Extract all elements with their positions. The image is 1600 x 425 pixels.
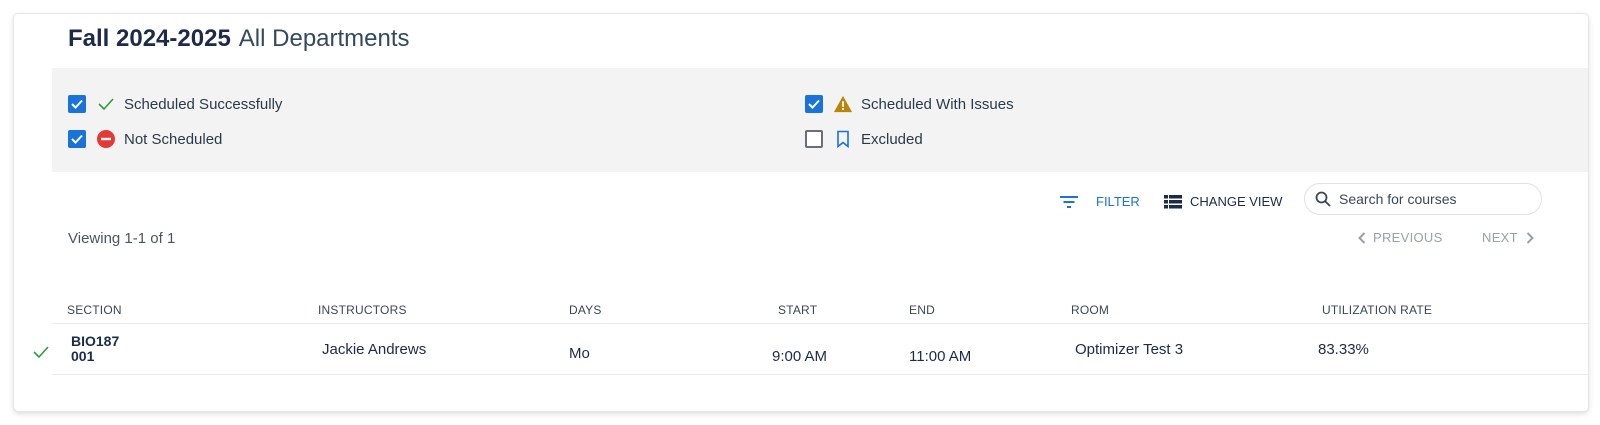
chevron-right-icon (1526, 231, 1534, 244)
legend-scheduled-with-issues[interactable]: Scheduled With Issues (805, 94, 1014, 114)
column-header-room[interactable]: ROOM (1071, 303, 1109, 317)
utilization-cell: 83.33% (1318, 341, 1369, 358)
checkbox-scheduled-with-issues[interactable] (805, 95, 823, 113)
change-view-button[interactable]: CHANGE VIEW (1164, 194, 1282, 209)
search-icon (1315, 191, 1331, 207)
end-cell: 11:00 AM (909, 348, 972, 365)
room-cell: Optimizer Test 3 (1075, 341, 1184, 358)
section-cell[interactable]: BIO187 001 (71, 334, 119, 364)
viewing-count: Viewing 1-1 of 1 (68, 230, 176, 247)
check-icon (96, 94, 116, 114)
checkbox-excluded[interactable] (805, 130, 823, 148)
legend-scheduled-successfully[interactable]: Scheduled Successfully (68, 94, 282, 114)
course-code: BIO187 (71, 333, 120, 349)
search-input[interactable] (1337, 190, 1531, 208)
check-icon (32, 345, 50, 359)
change-view-label: CHANGE VIEW (1190, 194, 1283, 209)
filter-icon (1060, 195, 1078, 209)
bookmark-icon (833, 129, 853, 149)
legend-label: Not Scheduled (124, 130, 223, 148)
checkbox-scheduled-successfully[interactable] (68, 95, 86, 113)
divider (52, 323, 1588, 324)
legend-label: Scheduled Successfully (124, 95, 283, 113)
instructors-cell: Jackie Andrews (322, 341, 427, 358)
filter-label: FILTER (1096, 194, 1140, 209)
filter-button[interactable]: FILTER (1060, 194, 1140, 209)
previous-button[interactable]: PREVIOUS (1358, 230, 1443, 245)
legend-label: Excluded (861, 130, 923, 148)
chevron-left-icon (1358, 231, 1366, 244)
column-header-utilization-rate[interactable]: UTILIZATION RATE (1322, 303, 1432, 317)
legend-label: Scheduled With Issues (861, 95, 1014, 113)
page-title: Fall 2024-2025 All Departments (68, 24, 410, 54)
column-header-start[interactable]: START (778, 303, 817, 317)
previous-label: PREVIOUS (1373, 230, 1443, 245)
column-header-instructors[interactable]: INSTRUCTORS (318, 303, 407, 317)
status-legend: Scheduled Successfully Not Scheduled Sch… (52, 68, 1588, 172)
warning-icon (833, 94, 853, 114)
next-label: NEXT (1482, 230, 1518, 245)
column-header-end[interactable]: END (909, 303, 935, 317)
column-header-section[interactable]: SECTION (67, 303, 122, 317)
schedule-panel: Fall 2024-2025 All Departments Scheduled … (14, 14, 1588, 411)
legend-not-scheduled[interactable]: Not Scheduled (68, 129, 222, 149)
divider (52, 374, 1588, 375)
column-header-days[interactable]: DAYS (569, 303, 602, 317)
days-cell: Mo (569, 345, 590, 362)
section-number: 001 (71, 348, 95, 364)
search-box[interactable] (1304, 183, 1542, 215)
checkbox-not-scheduled[interactable] (68, 130, 86, 148)
department-title: All Departments (238, 25, 410, 52)
no-entry-icon (96, 129, 116, 149)
legend-excluded[interactable]: Excluded (805, 129, 923, 149)
start-cell: 9:00 AM (772, 348, 828, 365)
term-title: Fall 2024-2025 (68, 25, 231, 52)
next-button[interactable]: NEXT (1482, 230, 1534, 245)
list-view-icon (1164, 194, 1182, 209)
